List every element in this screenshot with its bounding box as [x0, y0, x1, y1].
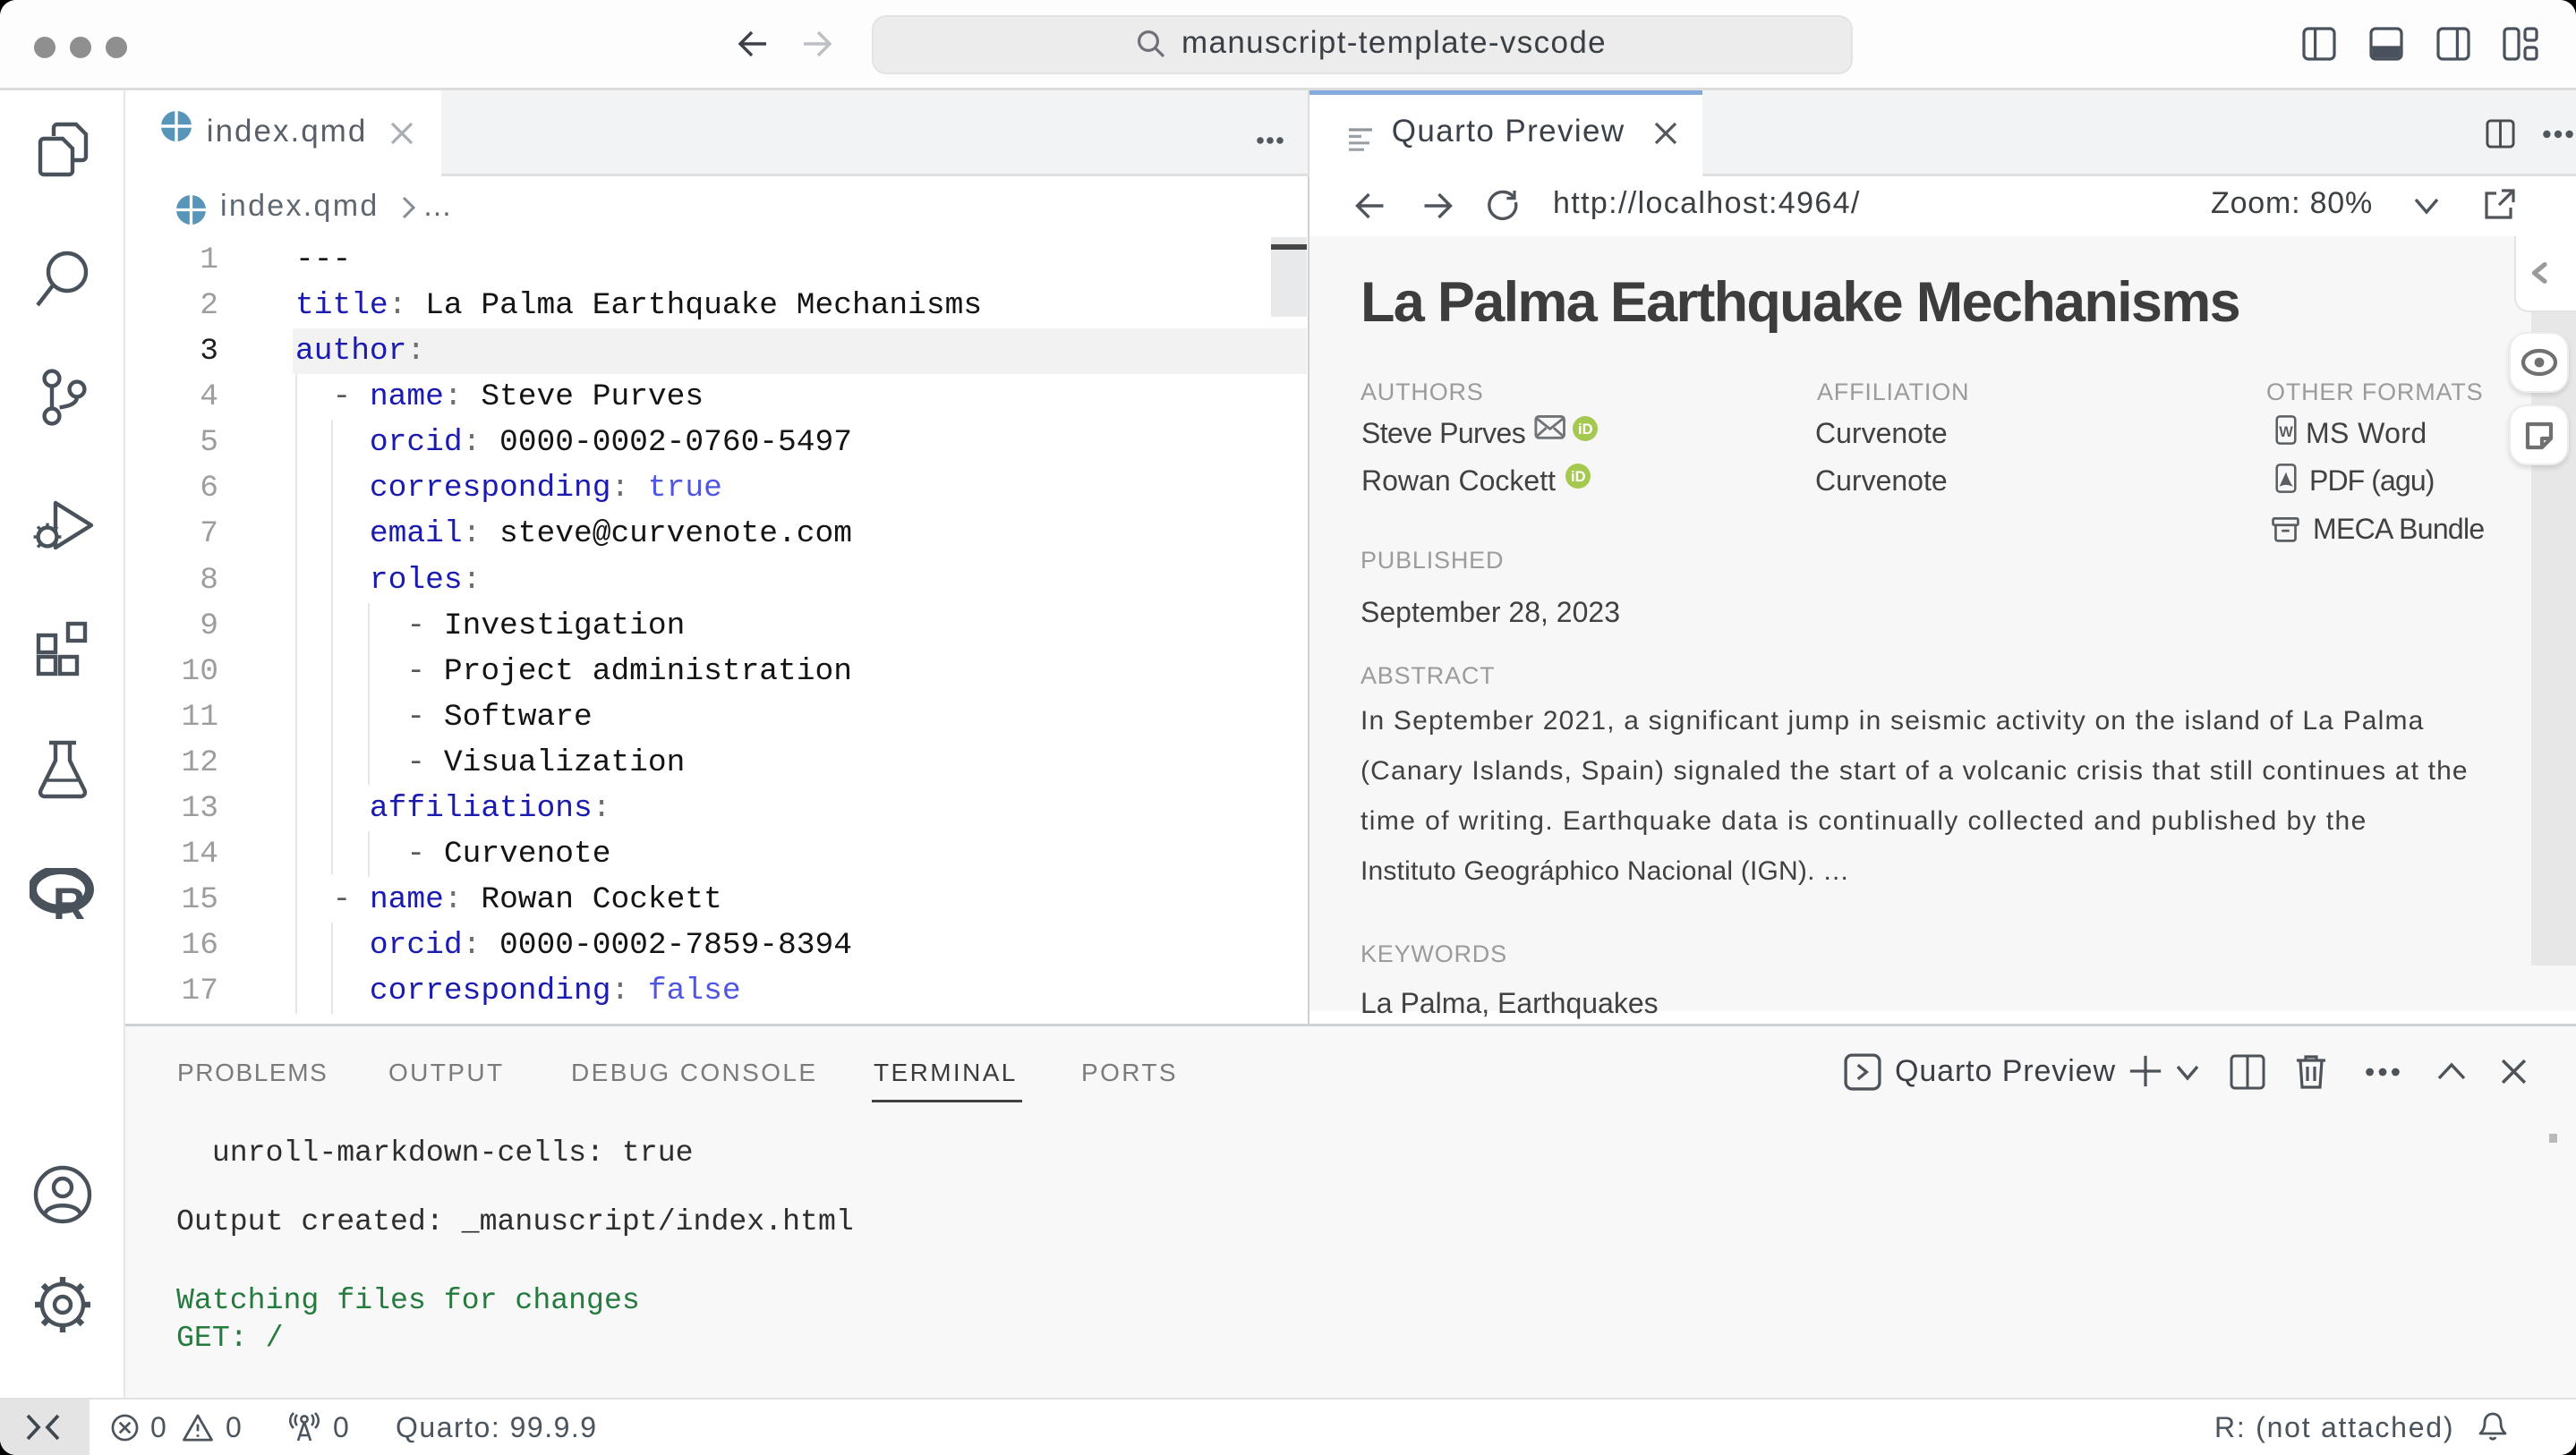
- svg-text:W: W: [2279, 424, 2293, 440]
- svg-text:R: R: [53, 879, 85, 920]
- svg-text:iD: iD: [1578, 421, 1593, 438]
- svg-text:iD: iD: [1571, 468, 1586, 485]
